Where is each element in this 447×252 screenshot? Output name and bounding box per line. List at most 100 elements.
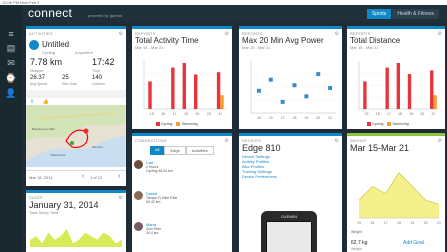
avatar [134, 191, 143, 200]
next-icon[interactable]: › [118, 173, 120, 180]
tick-label: 17 [387, 112, 391, 116]
bar-cycling [171, 67, 175, 109]
legend-label: Swimming [392, 122, 409, 126]
connection-stats: Cycling 48.00 km [145, 169, 173, 173]
tick-label: 17 [281, 116, 285, 120]
tick-label: 20 [420, 112, 424, 116]
card-header: ACTIVITIES [29, 31, 53, 36]
tick-label: 21 [328, 116, 332, 120]
menu-icon[interactable]: ≡ [5, 29, 17, 39]
sleep-title: January 31, 2014 [29, 200, 99, 210]
activity-type-icon [29, 40, 39, 50]
connection-stats: 34.4 km [145, 231, 159, 235]
tab-activities[interactable]: Activities [185, 146, 214, 155]
map-graphic [26, 105, 126, 161]
bar-cycling [363, 81, 367, 109]
device-screen [266, 221, 312, 252]
data-point [256, 88, 261, 93]
tick-label: 19 [304, 116, 308, 120]
elev-value: 25 [62, 75, 69, 81]
tick-label: 16 [376, 112, 380, 116]
gear-icon[interactable]: ⚙ [119, 31, 123, 37]
tick-label: 15 [357, 221, 361, 225]
card-header: CONNECTIONS [135, 138, 167, 143]
tick-label: 19 [410, 221, 414, 225]
legend-swatch [176, 122, 181, 127]
bar-cycling [148, 81, 152, 109]
bar-cycling [194, 74, 198, 109]
distance-label: Distance [30, 69, 44, 73]
time-label: Time [92, 69, 100, 73]
add-goal-link[interactable]: Add Goal [403, 240, 424, 246]
report-title: Max 20 Min Avg Power [242, 36, 324, 45]
data-point [328, 86, 333, 90]
devices-card: DEVICES ⚙ Edge 810 Device Settings Activ… [239, 133, 342, 252]
gear-icon[interactable]: ⚙ [225, 31, 229, 37]
activity-meta: Cycling [42, 50, 56, 55]
tab-sports[interactable]: Sports [366, 9, 392, 19]
calendar-icon[interactable]: ▤ [5, 43, 17, 53]
report-title: Total Distance [350, 36, 401, 45]
tab-edge[interactable]: Edge [164, 146, 186, 155]
bar-cycling [216, 72, 221, 109]
bar-cycling [396, 63, 400, 109]
distance-chart: 15 16 17 18 19 20 21 [358, 61, 439, 116]
tick-label: 16 [161, 112, 165, 116]
speed-value: 26.37 [30, 75, 46, 81]
tab-health[interactable]: Health & Fitness [392, 9, 439, 19]
devices-icon[interactable]: ⌚ [5, 73, 17, 83]
gear-icon[interactable]: ⚙ [335, 31, 339, 37]
tick-label: 15 [365, 112, 369, 116]
activities-card: ACTIVITIES ⚙ Untitled Cycling Anywhere 7… [26, 26, 126, 186]
avatar [134, 222, 143, 231]
elev-label: Elev Gain [62, 82, 78, 86]
profile-icon[interactable]: 👤 [5, 88, 17, 98]
logo[interactable]: connect [28, 6, 72, 20]
card-header: REPORTS [242, 31, 263, 36]
gear-icon[interactable]: ⚙ [438, 138, 442, 144]
logo-text: connect [28, 6, 73, 20]
data-point [304, 94, 309, 99]
gear-icon[interactable]: ⚙ [225, 138, 229, 144]
legend-swatch [156, 122, 160, 127]
connection-row[interactable]: Carl 2 Hours Cycling 48.00 km [134, 160, 232, 173]
power-chart: 15 16 17 18 19 20 21 [250, 61, 336, 120]
tab-all[interactable]: All [150, 146, 165, 155]
bar-cycling [430, 70, 434, 109]
activity-name[interactable]: Untitled [39, 40, 72, 49]
report-sub: Mar 15 - Mar 21 [350, 45, 379, 50]
device-brand: GARMIN [281, 214, 297, 219]
calories-label: Calories [92, 82, 105, 86]
area-fill [359, 172, 439, 218]
map-label: Beaulieu-sur-Mer [32, 127, 56, 131]
tick-label: 20 [316, 116, 320, 120]
chart-legend: Cycling Swimming [367, 122, 409, 127]
device-image: GARMIN [261, 211, 317, 252]
activity-map[interactable]: Monaco Beaulieu-sur-Mer Villefranche [26, 105, 126, 167]
report-sub: Mar 15 - Mar 21 [135, 45, 164, 50]
pager: 1 of 12 [90, 175, 103, 180]
report-power-card: REPORTS ⚙ Max 20 Min Avg Power Mar 15 - … [239, 26, 342, 129]
device-links: Device Settings Activity Profiles Bike P… [239, 153, 342, 180]
gear-icon[interactable]: ⚙ [119, 195, 123, 201]
data-point [316, 72, 321, 77]
gear-icon[interactable]: ⚙ [335, 138, 339, 144]
tick-label: 19 [195, 112, 199, 116]
prev-icon[interactable]: ‹ [82, 173, 84, 180]
weight-title: Mar 15-Mar 21 [350, 143, 410, 153]
activity-date: Mar 15, 2014 [29, 175, 53, 180]
gear-icon[interactable]: ⚙ [438, 31, 442, 37]
connection-row[interactable]: Daniel Tampa FL Bike Ride 60.42 km [134, 191, 232, 204]
inbox-icon[interactable]: ✉ [5, 58, 17, 68]
connection-row[interactable]: Maria Solo Ride 34.4 km [134, 222, 232, 235]
connections-card: CONNECTIONS ⚙ All Edge Activities Carl 2… [132, 133, 232, 252]
card-header: SLEEP [29, 195, 43, 200]
device-title: Edge 810 [242, 143, 281, 153]
speed-label: Avg Speed [30, 82, 48, 86]
legend-label: Cycling [372, 122, 384, 126]
data-point [280, 99, 285, 104]
connection-tabs: All Edge Activities [150, 146, 214, 155]
legend-label: Swimming [181, 122, 198, 126]
device-link[interactable]: Device Preferences [242, 174, 339, 179]
avatar [134, 160, 143, 169]
